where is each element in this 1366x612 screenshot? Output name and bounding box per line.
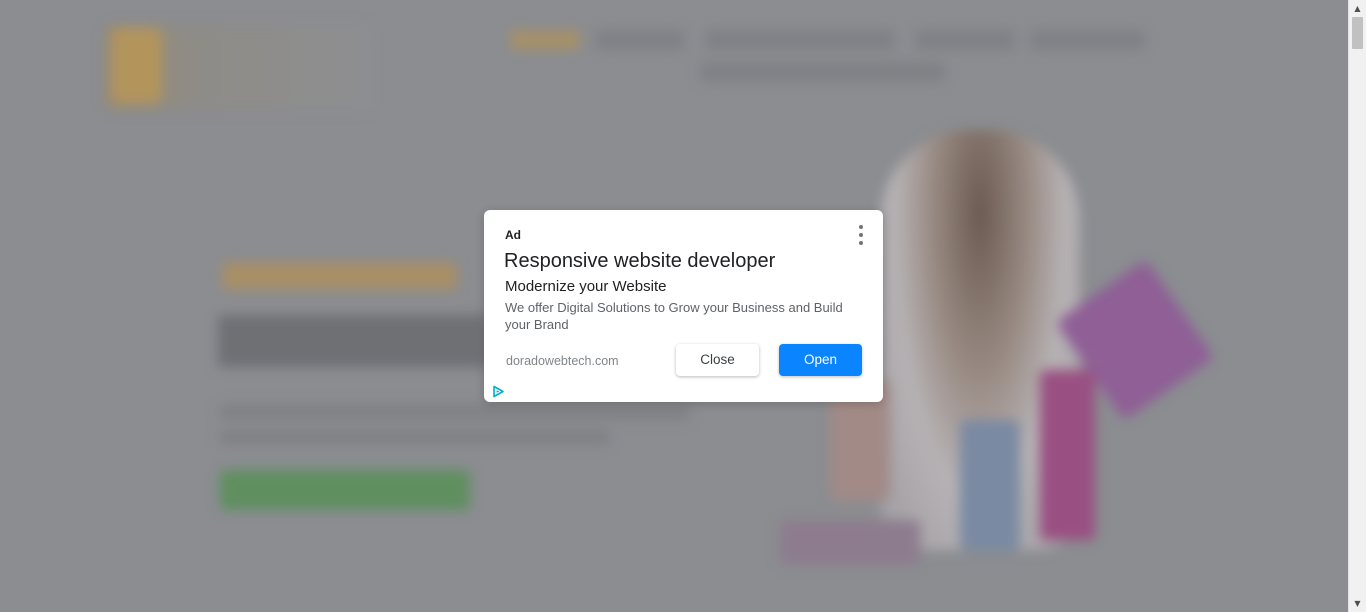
scrollbar-thumb[interactable]	[1352, 17, 1363, 49]
ad-badge: Ad	[505, 228, 521, 242]
page: Ad Responsive website developer Moderniz…	[0, 0, 1366, 612]
open-button[interactable]: Open	[779, 344, 862, 376]
nav-item	[705, 30, 895, 50]
hero-text-line	[220, 405, 690, 419]
ad-description: We offer Digital Solutions to Grow your …	[505, 300, 843, 332]
vertical-scrollbar[interactable]: ▲ ▼	[1348, 0, 1366, 612]
hero-image-bag	[960, 420, 1020, 550]
nav-item	[915, 30, 1015, 50]
ad-display-url[interactable]: doradowebtech.com	[506, 354, 619, 368]
nav-item	[700, 62, 945, 82]
hero-image-bag	[1040, 370, 1095, 540]
adchoices-icon[interactable]	[492, 385, 505, 398]
nav-item	[595, 30, 685, 50]
scroll-up-arrow-icon[interactable]: ▲	[1349, 0, 1366, 17]
hero-tag	[222, 262, 457, 290]
site-logo-mark	[112, 28, 162, 103]
hero-cta-button	[220, 470, 470, 510]
close-button[interactable]: Close	[676, 344, 759, 376]
ad-title[interactable]: Responsive website developer	[504, 250, 775, 273]
ad-dialog: Ad Responsive website developer Moderniz…	[484, 210, 883, 402]
nav-item	[510, 30, 580, 50]
nav-item	[1030, 30, 1145, 50]
hero-text-line	[220, 430, 610, 444]
more-vert-icon[interactable]	[855, 225, 867, 245]
hero-headline	[218, 315, 488, 367]
scroll-down-arrow-icon[interactable]: ▼	[1349, 595, 1366, 612]
hero-image-bag	[780, 520, 920, 565]
ad-subtitle: Modernize your Website	[505, 278, 667, 295]
